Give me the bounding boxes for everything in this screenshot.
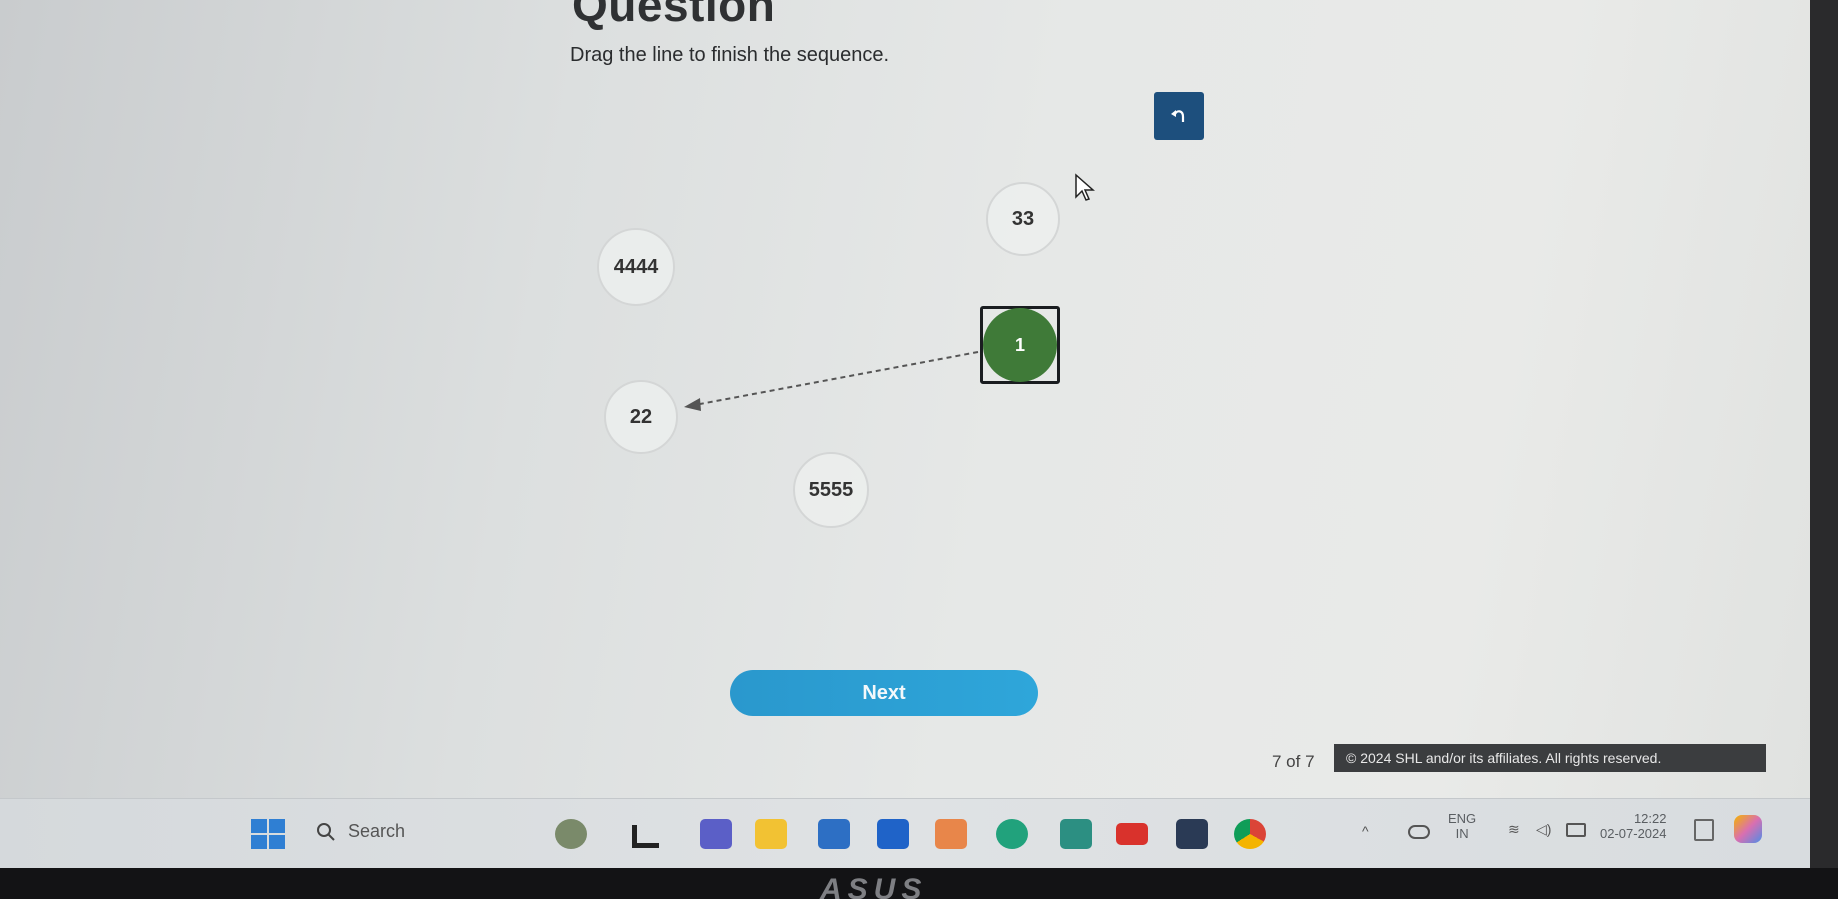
- node-1[interactable]: 1: [983, 308, 1057, 382]
- widgets-icon[interactable]: [555, 819, 587, 849]
- tray-chevron-icon[interactable]: ^: [1362, 823, 1369, 839]
- windows-logo-tile: [251, 819, 267, 833]
- node-33[interactable]: 33: [986, 182, 1060, 256]
- app-icon-dark[interactable]: [1176, 819, 1208, 849]
- question-prompt: Drag the line to finish the sequence.: [570, 44, 890, 66]
- onedrive-icon[interactable]: [1408, 825, 1430, 839]
- battery-icon[interactable]: [1566, 823, 1586, 837]
- undo-icon: [1171, 110, 1185, 122]
- undo-button[interactable]: [1154, 92, 1204, 140]
- node-5555[interactable]: 5555: [793, 452, 869, 528]
- screen: Question Drag the line to finish the seq…: [0, 0, 1810, 868]
- copyright-bar: © 2024 SHL and/or its affiliates. All ri…: [1334, 744, 1766, 772]
- windows-logo-tile: [251, 835, 267, 849]
- clock[interactable]: 12:22 02-07-2024: [1600, 811, 1667, 841]
- copyright-text: © 2024 SHL and/or its affiliates. All ri…: [1346, 750, 1662, 766]
- node-label: 5555: [808, 478, 854, 501]
- youtube-icon[interactable]: [1116, 823, 1148, 845]
- task-view-icon[interactable]: [632, 825, 659, 848]
- node-22[interactable]: 22: [604, 380, 678, 454]
- mouse-cursor-icon: [1075, 173, 1095, 201]
- node-label: 33: [1011, 207, 1035, 230]
- taskbar-search[interactable]: Search: [316, 821, 405, 842]
- progress-indicator: 7 of 7: [1272, 752, 1315, 771]
- app-icon-orange[interactable]: [935, 819, 967, 849]
- copilot-icon[interactable]: [1734, 815, 1762, 843]
- node-4444[interactable]: 4444: [597, 228, 675, 306]
- app-icon-blue[interactable]: [818, 819, 850, 849]
- volume-icon[interactable]: ◁): [1536, 821, 1551, 838]
- start-button[interactable]: [251, 819, 285, 849]
- selected-node-frame: 1: [980, 306, 1060, 384]
- file-explorer-icon[interactable]: [755, 819, 787, 849]
- page-title: Question: [572, 0, 776, 31]
- search-placeholder: Search: [348, 821, 406, 841]
- laptop-logo: ASUS: [820, 873, 928, 899]
- clock-time: 12:22: [1633, 811, 1667, 826]
- node-label: 4444: [613, 255, 659, 278]
- clock-date: 02-07-2024: [1600, 826, 1667, 841]
- region-code: IN: [1455, 826, 1469, 841]
- notification-icon[interactable]: [1694, 819, 1714, 841]
- search-icon: [317, 822, 335, 841]
- monitor-bezel-right: [1810, 0, 1838, 868]
- arrow-head-icon: [684, 398, 701, 411]
- node-label: 22: [629, 405, 653, 428]
- edge-icon[interactable]: [996, 819, 1028, 849]
- sequence-line: [684, 351, 979, 411]
- wifi-icon[interactable]: ≋: [1508, 821, 1520, 838]
- language-indicator[interactable]: ENG IN: [1448, 811, 1476, 841]
- chrome-icon[interactable]: [1234, 819, 1266, 849]
- language-code: ENG: [1448, 811, 1477, 826]
- windows-logo-tile: [269, 819, 285, 833]
- store-icon[interactable]: [877, 819, 909, 849]
- app-icon-teal[interactable]: [1060, 819, 1092, 849]
- node-label: 1: [1014, 334, 1025, 355]
- windows-logo-tile: [269, 835, 285, 849]
- windows-taskbar: Search ^ ENG IN ≋ ◁) 12:22 02-07-2024: [0, 798, 1810, 868]
- next-button[interactable]: Next: [730, 670, 1038, 716]
- teams-icon[interactable]: [700, 819, 732, 849]
